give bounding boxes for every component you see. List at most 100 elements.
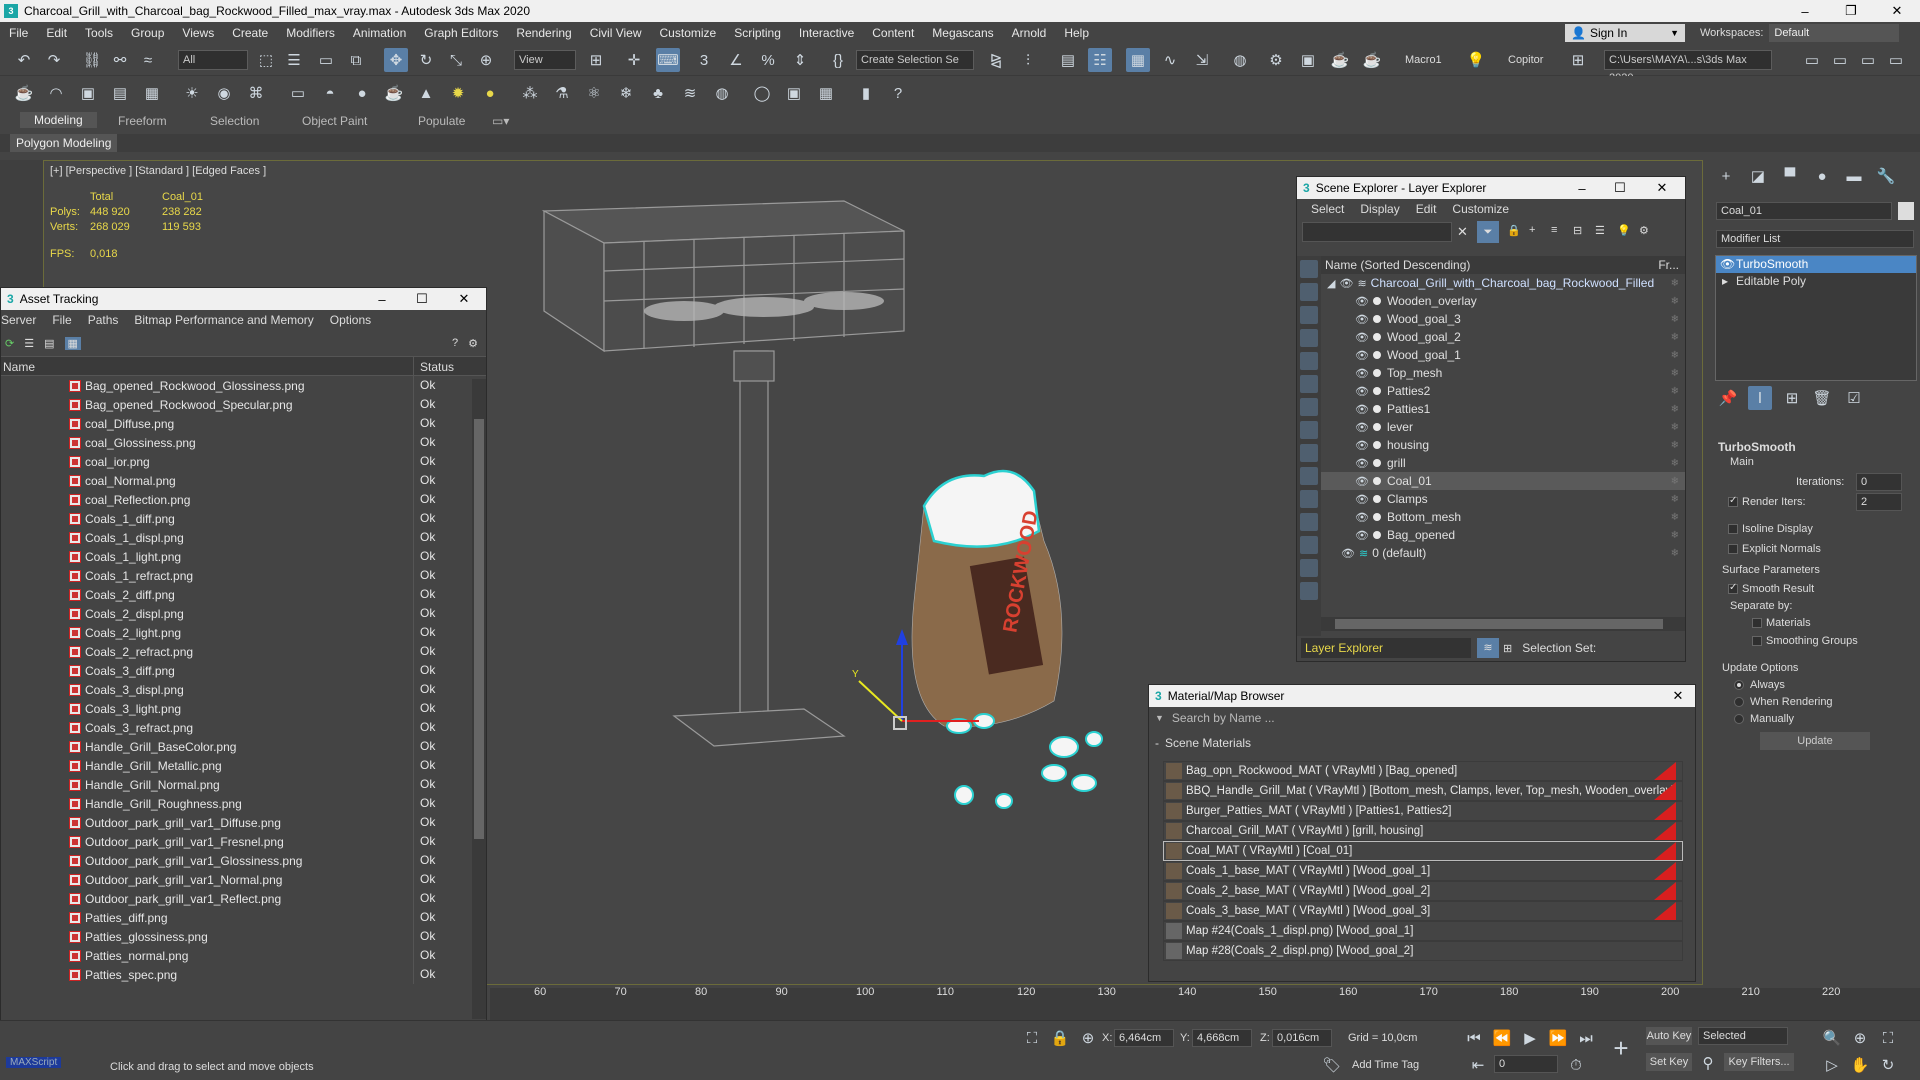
expand-arrow-icon[interactable]: ◢: [1327, 277, 1335, 290]
sheet-icon[interactable]: ▤: [108, 81, 132, 105]
layers-icon[interactable]: ≡: [1551, 224, 1557, 236]
freeze-icon[interactable]: ❄: [1671, 548, 1679, 559]
stack-item-editable-poly[interactable]: ▸ Editable Poly: [1716, 273, 1916, 290]
eye-icon[interactable]: 👁: [1355, 511, 1369, 524]
material-row[interactable]: Coals_3_base_MAT ( VRayMtl ) [Wood_goal_…: [1163, 901, 1683, 921]
update-when-rendering-radio[interactable]: [1734, 697, 1744, 707]
time-tag-icon[interactable]: 🏷: [1320, 1053, 1344, 1077]
scene-root-layer[interactable]: ◢ 👁 ≋ Charcoal_Grill_with_Charcoal_bag_R…: [1321, 274, 1685, 292]
close-button[interactable]: ✕: [1874, 0, 1920, 22]
workspaces-dropdown[interactable]: Default: [1769, 24, 1900, 42]
menu-interactive[interactable]: Interactive: [790, 26, 863, 40]
eye-icon[interactable]: 👁: [1355, 421, 1369, 434]
table-row[interactable]: Bag_opened_Rockwood_Glossiness.png Ok: [1, 376, 486, 395]
minimize-button[interactable]: –: [1782, 0, 1828, 22]
table-row[interactable]: Coals_3_diff.png Ok: [1, 661, 486, 680]
update-manually-radio[interactable]: [1734, 714, 1744, 724]
tab-selection[interactable]: Selection: [210, 114, 259, 128]
frame-buffer-icon[interactable]: ▦: [814, 81, 838, 105]
selection-filter-dropdown[interactable]: All: [178, 50, 248, 70]
menu-arnold[interactable]: Arnold: [1003, 26, 1056, 40]
motion-tab-icon[interactable]: ●: [1810, 164, 1834, 188]
asset-menu-options[interactable]: Options: [322, 313, 379, 327]
table-row[interactable]: Handle_Grill_Normal.png Ok: [1, 775, 486, 794]
tab-modeling[interactable]: Modeling: [20, 112, 97, 128]
table-row[interactable]: Coals_2_light.png Ok: [1, 623, 486, 642]
material-browser-titlebar[interactable]: 3 Material/Map Browser ✕: [1149, 685, 1695, 707]
menu-customize[interactable]: Customize: [651, 26, 726, 40]
object-color-swatch[interactable]: [1898, 202, 1914, 220]
eye-icon[interactable]: 👁: [1355, 493, 1369, 506]
select-manipulate-icon[interactable]: ✛: [622, 48, 646, 72]
copitor-icon[interactable]: ⊞: [1566, 48, 1590, 72]
eye-icon[interactable]: 👁: [1341, 547, 1355, 560]
scene-menu-customize[interactable]: Customize: [1444, 202, 1517, 216]
material-row[interactable]: Coals_2_base_MAT ( VRayMtl ) [Wood_goal_…: [1163, 881, 1683, 901]
light-lister-icon[interactable]: ☀: [180, 81, 204, 105]
spinner-snap-icon[interactable]: ⇕: [788, 48, 812, 72]
eye-icon[interactable]: 👁: [1355, 385, 1369, 398]
field-of-view-icon[interactable]: ▷: [1820, 1053, 1844, 1077]
smooth-result-checkbox[interactable]: [1728, 582, 1738, 594]
freeze-icon[interactable]: ❄: [1671, 494, 1679, 505]
table-row[interactable]: Patties_diff.png Ok: [1, 908, 486, 927]
keyboard-shortcut-override-icon[interactable]: ⌨: [656, 48, 680, 72]
scene-object-item[interactable]: 👁 Clamps ❄: [1321, 490, 1685, 508]
help-icon[interactable]: ?: [452, 337, 458, 349]
asset-menu-file[interactable]: File: [44, 313, 79, 327]
material-row[interactable]: Map #28(Coals_2_displ.png) [Wood_goal_2]: [1163, 941, 1683, 961]
scene-menu-edit[interactable]: Edit: [1408, 202, 1445, 216]
y-coordinate-field[interactable]: 4,668cm: [1192, 1029, 1252, 1047]
rendered-frame-window-icon[interactable]: ▣: [1296, 48, 1320, 72]
filter-icon[interactable]: ⏷: [1477, 221, 1499, 243]
sphere-icon[interactable]: ◉: [212, 81, 236, 105]
scene-object-item[interactable]: 👁 housing ❄: [1321, 436, 1685, 454]
asset-vertical-scrollbar[interactable]: [472, 379, 486, 1019]
scene-object-item[interactable]: 👁 lever ❄: [1321, 418, 1685, 436]
create-tab-icon[interactable]: +: [1714, 164, 1738, 188]
asset-tracking-titlebar[interactable]: 3 Asset Tracking – ☐ ✕: [1, 288, 486, 310]
decal-icon[interactable]: ◍: [710, 81, 734, 105]
mirror-icon[interactable]: ⧎: [984, 48, 1008, 72]
plane-icon[interactable]: ▭: [286, 81, 310, 105]
freeze-icon[interactable]: ❄: [1671, 440, 1679, 451]
material-row[interactable]: Burger_Patties_MAT ( VRayMtl ) [Patties1…: [1163, 801, 1683, 821]
pivot-icon[interactable]: ⊞: [584, 48, 608, 72]
copitor-label[interactable]: Copitor: [1508, 54, 1543, 66]
add-time-tag-label[interactable]: Add Time Tag: [1352, 1059, 1419, 1071]
cone-icon[interactable]: ▲: [414, 81, 438, 105]
table-row[interactable]: coal_Glossiness.png Ok: [1, 433, 486, 452]
menu-group[interactable]: Group: [122, 26, 173, 40]
table-row[interactable]: Patties_spec.png Ok: [1, 965, 486, 984]
update-button[interactable]: Update: [1760, 732, 1870, 750]
add-layer-icon[interactable]: +: [1529, 224, 1535, 236]
table-row[interactable]: Outdoor_park_grill_var1_Diffuse.png Ok: [1, 813, 486, 832]
material-ball-icon[interactable]: ◯: [750, 81, 774, 105]
column-name[interactable]: Name: [1, 357, 413, 375]
filter-helpers-icon[interactable]: [1300, 352, 1318, 370]
polygon-modeling-panel[interactable]: Polygon Modeling: [10, 134, 118, 152]
toggle-ribbon-icon[interactable]: ▦: [1126, 48, 1150, 72]
scene-minimize-button[interactable]: –: [1567, 177, 1597, 199]
lightbulb-icon[interactable]: 💡: [1617, 224, 1631, 237]
display-tab-icon[interactable]: ▬: [1842, 164, 1866, 188]
window-crossing-icon[interactable]: ⧉: [344, 48, 368, 72]
asset-menu-bitmap-performance[interactable]: Bitmap Performance and Memory: [126, 313, 321, 327]
ies-light-icon[interactable]: ●: [478, 81, 502, 105]
absolute-mode-icon[interactable]: ⊕: [1076, 1026, 1100, 1050]
scene-object-item[interactable]: 👁 Coal_01 ❄: [1321, 472, 1685, 490]
table-row[interactable]: Coals_3_displ.png Ok: [1, 680, 486, 699]
selection-lock-icon[interactable]: 🔒: [1048, 1026, 1072, 1050]
table-view-icon[interactable]: ▦: [64, 336, 81, 350]
table-row[interactable]: Outdoor_park_grill_var1_Fresnel.png Ok: [1, 832, 486, 851]
viewport-layout-icon[interactable]: ▭: [1856, 48, 1880, 72]
table-row[interactable]: coal_Diffuse.png Ok: [1, 414, 486, 433]
scene-object-item[interactable]: 👁 Patties1 ❄: [1321, 400, 1685, 418]
menu-scripting[interactable]: Scripting: [725, 26, 790, 40]
eye-icon[interactable]: 👁: [1355, 331, 1369, 344]
sign-in-dropdown[interactable]: 👤 Sign In ▼: [1565, 24, 1685, 42]
unlink-icon[interactable]: ⚯: [108, 48, 132, 72]
set-key-button[interactable]: Set Key: [1646, 1053, 1692, 1071]
time-configuration-icon[interactable]: ⏱: [1564, 1053, 1588, 1077]
filter-spacewarps-icon[interactable]: [1300, 375, 1318, 393]
